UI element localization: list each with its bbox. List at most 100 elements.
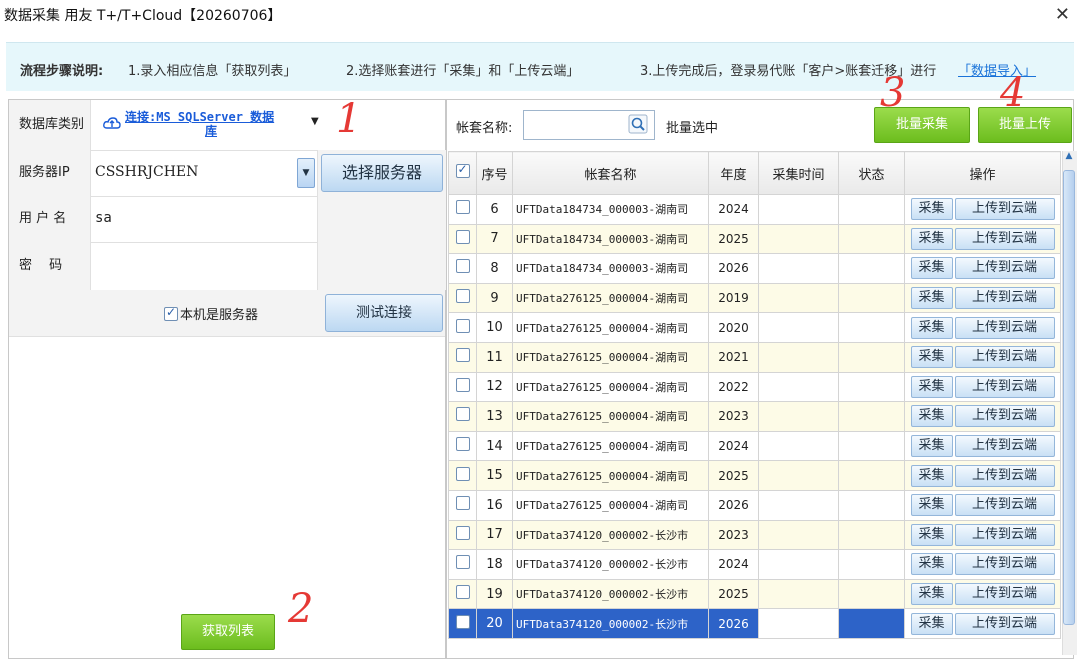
row-checkbox[interactable] <box>455 466 470 481</box>
table-row[interactable]: 11 UFTData276125_000004-湖南司 2021 采集 上传到云端 <box>448 341 1061 373</box>
row-checkbox[interactable] <box>455 585 470 600</box>
table-row[interactable]: 14 UFTData276125_000004-湖南司 2024 采集 上传到云端 <box>448 430 1061 462</box>
account-name-label: 帐套名称: <box>456 121 513 136</box>
upload-to-cloud-button[interactable]: 上传到云端 <box>954 287 1055 310</box>
row-select-cell[interactable] <box>448 341 477 373</box>
upload-to-cloud-button[interactable]: 上传到云端 <box>954 553 1055 576</box>
row-year: 2025 <box>708 460 759 491</box>
row-select-cell[interactable] <box>448 608 477 639</box>
row-select-cell[interactable] <box>448 312 477 343</box>
collect-button[interactable]: 采集 <box>910 583 953 606</box>
table-row[interactable]: 7 UFTData184734_000003-湖南司 2025 采集 上传到云端 <box>448 223 1061 255</box>
collect-button[interactable]: 采集 <box>910 494 953 517</box>
upload-to-cloud-button[interactable]: 上传到云端 <box>954 583 1055 606</box>
table-row[interactable]: 20 UFTData374120_000002-长沙市 2026 采集 上传到云端 <box>448 608 1061 639</box>
collect-button[interactable]: 采集 <box>910 375 953 398</box>
password-input[interactable] <box>95 256 305 276</box>
row-select-cell[interactable] <box>448 489 477 521</box>
row-select-cell[interactable] <box>448 401 477 432</box>
upload-to-cloud-button[interactable]: 上传到云端 <box>954 198 1055 221</box>
upload-to-cloud-button[interactable]: 上传到云端 <box>954 494 1055 517</box>
row-ops: 采集 上传到云端 <box>904 430 1061 462</box>
row-select-cell[interactable] <box>448 253 477 284</box>
username-input[interactable]: sa <box>95 210 112 226</box>
account-name-input[interactable] <box>523 110 655 140</box>
table-row[interactable]: 15 UFTData276125_000004-湖南司 2025 采集 上传到云端 <box>448 460 1061 491</box>
collect-button[interactable]: 采集 <box>910 257 953 280</box>
server-dropdown-button[interactable]: ▼ <box>297 158 315 188</box>
row-select-cell[interactable] <box>448 578 477 610</box>
row-checkbox[interactable] <box>455 377 470 392</box>
collect-button[interactable]: 采集 <box>910 553 953 576</box>
local-server-checkbox[interactable] <box>164 305 178 321</box>
collect-button[interactable]: 采集 <box>910 464 953 487</box>
row-checkbox[interactable] <box>455 259 470 274</box>
select-all-header[interactable] <box>448 151 477 195</box>
table-row[interactable]: 12 UFTData276125_000004-湖南司 2022 采集 上传到云端 <box>448 371 1061 403</box>
table-row[interactable]: 18 UFTData374120_000002-长沙市 2024 采集 上传到云端 <box>448 549 1061 580</box>
row-seq: 10 <box>476 312 513 343</box>
table-row[interactable]: 6 UFTData184734_000003-湖南司 2024 采集 上传到云端 <box>448 194 1061 225</box>
caret-down-icon[interactable]: ▼ <box>311 116 319 127</box>
row-year: 2024 <box>708 194 759 225</box>
upload-to-cloud-button[interactable]: 上传到云端 <box>954 435 1055 458</box>
upload-to-cloud-button[interactable]: 上传到云端 <box>954 523 1055 546</box>
collect-button[interactable]: 采集 <box>910 198 953 221</box>
row-select-cell[interactable] <box>448 282 477 314</box>
select-server-button[interactable]: 选择服务器 <box>321 154 443 192</box>
table-row[interactable]: 19 UFTData374120_000002-长沙市 2025 采集 上传到云端 <box>448 578 1061 610</box>
row-checkbox[interactable] <box>455 318 470 333</box>
search-icon[interactable] <box>628 114 648 134</box>
server-ip-value[interactable]: CSSHRJCHEN <box>95 164 198 180</box>
row-select-cell[interactable] <box>448 519 477 551</box>
table-row[interactable]: 16 UFTData276125_000004-湖南司 2026 采集 上传到云端 <box>448 489 1061 521</box>
row-select-cell[interactable] <box>448 194 477 225</box>
upload-to-cloud-button[interactable]: 上传到云端 <box>954 316 1055 339</box>
row-checkbox[interactable] <box>455 496 470 511</box>
close-icon[interactable]: ✕ <box>1055 4 1070 25</box>
select-all-checkbox[interactable] <box>455 162 470 178</box>
row-checkbox[interactable] <box>455 407 470 422</box>
db-type-link[interactable]: 连接:MS SQLServer 数据 库 <box>125 110 274 138</box>
row-checkbox[interactable] <box>455 614 470 629</box>
collect-button[interactable]: 采集 <box>910 435 953 458</box>
row-checkbox[interactable] <box>455 437 470 452</box>
table-row[interactable]: 10 UFTData276125_000004-湖南司 2020 采集 上传到云端 <box>448 312 1061 343</box>
row-checkbox[interactable] <box>455 289 470 304</box>
row-select-cell[interactable] <box>448 371 477 403</box>
table-row[interactable]: 8 UFTData184734_000003-湖南司 2026 采集 上传到云端 <box>448 253 1061 284</box>
upload-to-cloud-button[interactable]: 上传到云端 <box>954 346 1055 369</box>
upload-to-cloud-button[interactable]: 上传到云端 <box>954 612 1055 635</box>
row-checkbox[interactable] <box>455 348 470 363</box>
row-select-cell[interactable] <box>448 460 477 491</box>
collect-button[interactable]: 采集 <box>910 405 953 428</box>
upload-to-cloud-button[interactable]: 上传到云端 <box>954 257 1055 280</box>
collect-button[interactable]: 采集 <box>910 316 953 339</box>
row-checkbox[interactable] <box>455 200 470 215</box>
table-row[interactable]: 9 UFTData276125_000004-湖南司 2019 采集 上传到云端 <box>448 282 1061 314</box>
table-row[interactable]: 13 UFTData276125_000004-湖南司 2023 采集 上传到云端 <box>448 401 1061 432</box>
table-row[interactable]: 17 UFTData374120_000002-长沙市 2023 采集 上传到云端 <box>448 519 1061 551</box>
collect-button[interactable]: 采集 <box>910 287 953 310</box>
row-select-cell[interactable] <box>448 430 477 462</box>
collect-button[interactable]: 采集 <box>910 346 953 369</box>
row-checkbox[interactable] <box>455 525 470 540</box>
row-select-cell[interactable] <box>448 549 477 580</box>
row-collect-time <box>758 608 839 639</box>
collect-button[interactable]: 采集 <box>910 227 953 250</box>
upload-to-cloud-button[interactable]: 上传到云端 <box>954 227 1055 250</box>
test-connection-button[interactable]: 测试连接 <box>325 294 443 332</box>
row-status <box>838 460 905 491</box>
collect-button[interactable]: 采集 <box>910 523 953 546</box>
scroll-up-icon[interactable]: ▲ <box>1063 151 1075 167</box>
row-select-cell[interactable] <box>448 223 477 255</box>
scrollbar-thumb[interactable] <box>1063 170 1075 625</box>
get-list-button[interactable]: 获取列表 <box>181 614 275 650</box>
collect-button[interactable]: 采集 <box>910 612 953 635</box>
row-collect-time <box>758 578 839 610</box>
upload-to-cloud-button[interactable]: 上传到云端 <box>954 405 1055 428</box>
row-checkbox[interactable] <box>455 555 470 570</box>
upload-to-cloud-button[interactable]: 上传到云端 <box>954 375 1055 398</box>
row-checkbox[interactable] <box>455 229 470 244</box>
upload-to-cloud-button[interactable]: 上传到云端 <box>954 464 1055 487</box>
